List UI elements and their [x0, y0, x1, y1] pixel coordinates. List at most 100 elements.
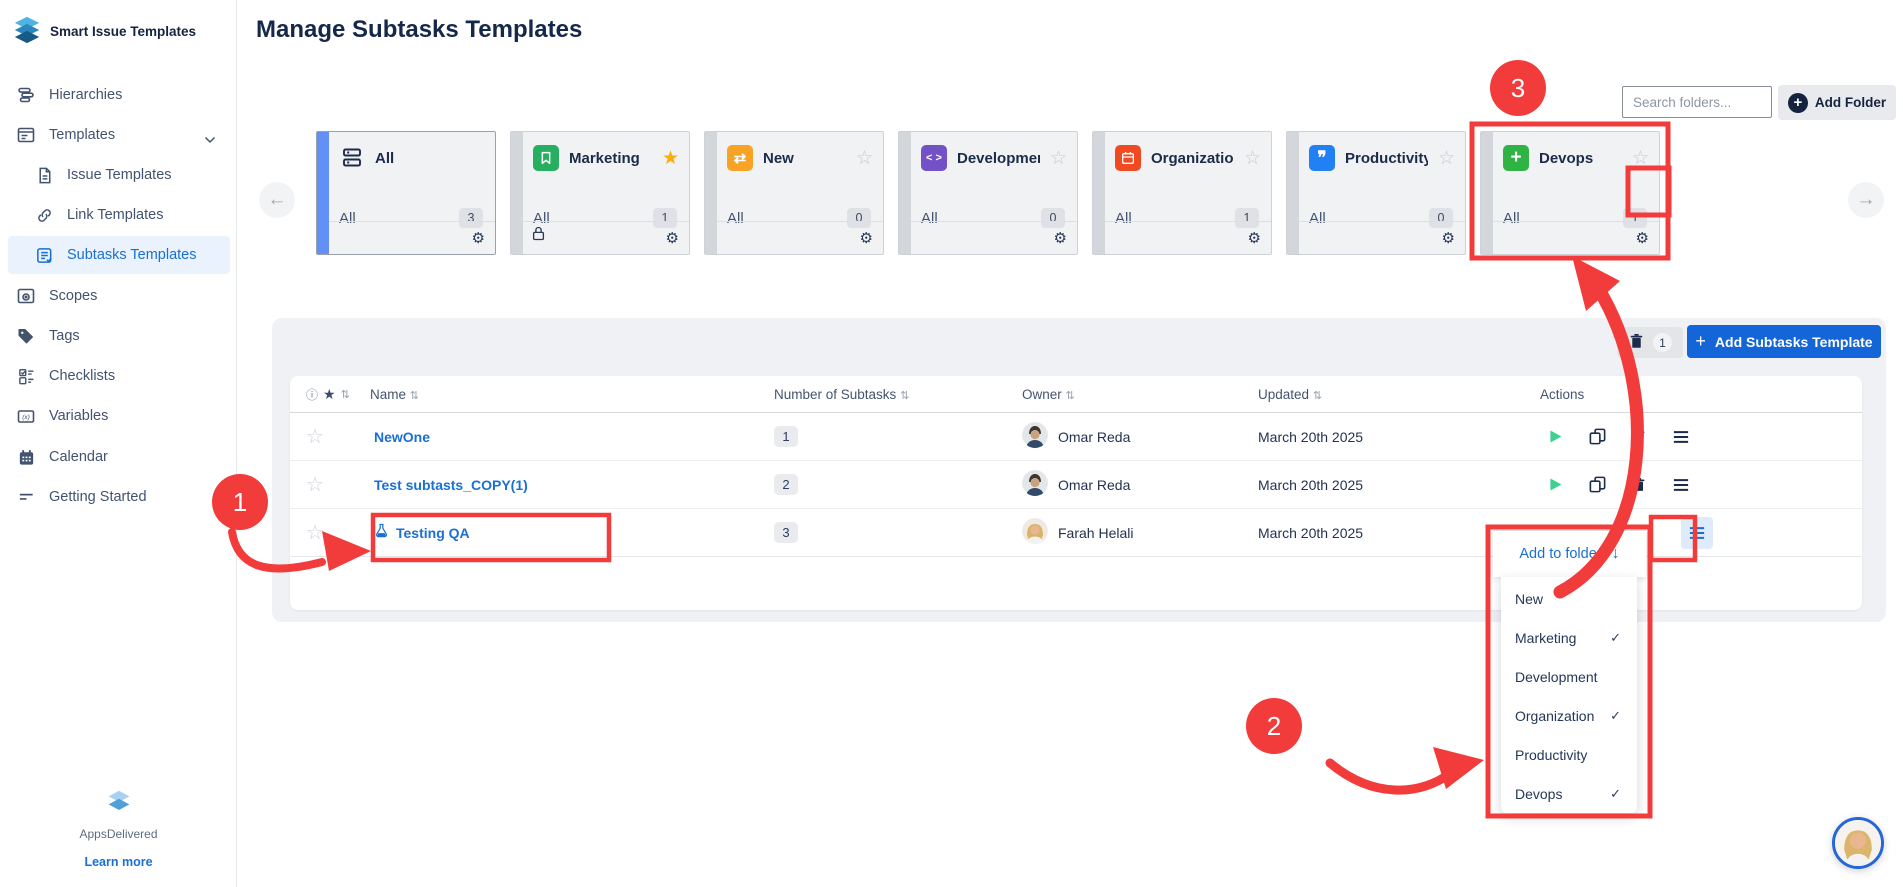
folder-card-strip [1093, 132, 1105, 254]
sidebar-item-checklists[interactable]: Checklists [8, 357, 230, 395]
add-subtasks-template-button[interactable]: + Add Subtasks Template [1687, 325, 1881, 358]
sort-icon[interactable]: ⇅ [1066, 390, 1075, 402]
dropdown-item-productivity[interactable]: Productivity [1501, 735, 1637, 774]
folder-card-devops[interactable]: + Devops ☆ All 1 ⚙ [1480, 131, 1660, 255]
run-template-icon[interactable] [1545, 475, 1565, 495]
folder-card-marketing[interactable]: Marketing ★ All 1 ⚙ [510, 131, 690, 255]
folder-card-strip [511, 132, 523, 254]
gear-icon[interactable]: ⚙ [1054, 229, 1067, 247]
sidebar-item-subtasks-templates[interactable]: Subtasks Templates [8, 236, 230, 274]
dropdown-item-development[interactable]: Development [1501, 657, 1637, 696]
owner-name: Omar Reda [1058, 477, 1130, 493]
favorite-star-icon[interactable]: ☆ [306, 472, 370, 497]
dropdown-item-label: Marketing [1515, 630, 1576, 646]
bookmark-icon [533, 145, 559, 171]
templates-icon [16, 125, 36, 145]
copy-icon[interactable] [1587, 475, 1607, 495]
copy-icon[interactable] [1587, 427, 1607, 447]
sidebar-item-label: Subtasks Templates [67, 247, 197, 263]
quotes-icon: ❞ [1309, 145, 1335, 171]
gear-icon[interactable]: ⚙ [472, 229, 485, 247]
sidebar: Smart Issue Templates Hierarchies Templa… [0, 0, 237, 887]
dropdown-item-marketing[interactable]: Marketing ✓ [1501, 618, 1637, 657]
trash-icon[interactable] [1629, 427, 1649, 447]
variables-icon: (x) [16, 406, 36, 426]
folder-card-development[interactable]: < > Development ☆ All 0 ⚙ [898, 131, 1078, 255]
dropdown-item-devops[interactable]: Devops ✓ [1501, 774, 1637, 813]
gear-icon[interactable]: ⚙ [1248, 229, 1261, 247]
carousel-right-arrow-icon[interactable]: → [1848, 182, 1884, 218]
template-name-link[interactable]: NewOne [370, 429, 740, 445]
favorite-star-icon[interactable]: ☆ [1050, 149, 1067, 168]
add-to-folder-action[interactable]: Add to folder ↓ [1493, 530, 1646, 577]
favorite-star-icon[interactable]: ☆ [1632, 149, 1649, 168]
gear-icon[interactable]: ⚙ [1636, 229, 1649, 247]
sidebar-item-issue-templates[interactable]: Issue Templates [8, 156, 230, 194]
favorite-star-icon[interactable]: ☆ [1438, 149, 1455, 168]
page-title: Manage Subtasks Templates [256, 16, 582, 44]
sidebar-item-calendar[interactable]: Calendar [8, 438, 230, 476]
scopes-icon [16, 286, 36, 306]
user-avatar[interactable] [1832, 817, 1884, 869]
sort-icon[interactable]: ⇅ [1313, 390, 1322, 402]
favorite-star-icon[interactable]: ☆ [1244, 149, 1261, 168]
sidebar-item-scopes[interactable]: Scopes [8, 277, 230, 315]
folder-card-organization[interactable]: Organization ☆ All 1 ⚙ [1092, 131, 1272, 255]
table-row[interactable]: ☆ NewOne 1 Omar Reda March 20th 2025 [290, 413, 1862, 461]
template-name-link[interactable]: Test subtasts_COPY(1) [370, 477, 740, 493]
folder-card-strip [1481, 132, 1493, 254]
sort-icon[interactable]: ⇅ [410, 390, 419, 402]
favorite-star-icon[interactable]: ☆ [856, 149, 873, 168]
folder-card-productivity[interactable]: ❞ Productivity ☆ All 0 ⚙ [1286, 131, 1466, 255]
favorite-star-icon[interactable]: ☆ [306, 520, 370, 545]
sidebar-item-templates[interactable]: Templates [8, 116, 230, 154]
add-folder-button[interactable]: + Add Folder [1778, 85, 1896, 120]
table-row[interactable]: ☆ Test subtasts_COPY(1) 2 Omar Reda Marc… [290, 461, 1862, 509]
avatar [1022, 470, 1048, 499]
app-logo-row[interactable]: Smart Issue Templates [12, 14, 196, 49]
app-logo-icon [12, 14, 42, 49]
template-name-link[interactable]: Testing QA [370, 523, 740, 542]
folder-card-all[interactable]: All All 3 ⚙ [316, 131, 496, 255]
column-header-name[interactable]: Name [370, 387, 406, 402]
carousel-left-arrow-icon[interactable]: ← [259, 182, 295, 218]
bulk-delete-button[interactable]: 1 [1617, 327, 1683, 358]
favorite-star-icon[interactable]: ☆ [306, 424, 370, 449]
sidebar-item-label: Hierarchies [49, 87, 122, 103]
favorite-star-icon[interactable]: ★ [662, 149, 679, 168]
row-menu-icon[interactable] [1671, 475, 1691, 495]
dropdown-item-new[interactable]: New [1501, 579, 1637, 618]
sidebar-item-variables[interactable]: (x) Variables [8, 397, 230, 435]
search-folders-input[interactable] [1622, 86, 1772, 118]
sidebar-item-hierarchies[interactable]: Hierarchies [8, 76, 230, 114]
sidebar-item-getting-started[interactable]: Getting Started [8, 478, 230, 516]
column-header-owner[interactable]: Owner [1022, 387, 1062, 402]
chevron-down-icon[interactable] [204, 132, 216, 148]
trash-icon[interactable] [1629, 475, 1649, 495]
learn-more-link[interactable]: Learn more [0, 855, 237, 869]
plus-icon: + [1503, 145, 1529, 171]
tag-icon [16, 326, 36, 346]
sort-icon[interactable]: ⇅ [900, 390, 909, 402]
folder-card-strip [899, 132, 911, 254]
row-menu-icon[interactable] [1671, 427, 1691, 447]
sort-icon[interactable]: ⇅ [341, 388, 350, 401]
column-header-subtasks[interactable]: Number of Subtasks [774, 387, 896, 402]
gear-icon[interactable]: ⚙ [860, 229, 873, 247]
app-title: Smart Issue Templates [50, 24, 196, 39]
gear-icon[interactable]: ⚙ [666, 229, 679, 247]
star-column-icon[interactable]: ★ [323, 386, 336, 403]
folder-card-new[interactable]: ⇄ New ☆ All 0 ⚙ [704, 131, 884, 255]
gear-icon[interactable]: ⚙ [1442, 229, 1455, 247]
folder-card-strip [1287, 132, 1299, 254]
dropdown-item-organization[interactable]: Organization ✓ [1501, 696, 1637, 735]
calendar-icon [1115, 145, 1141, 171]
sidebar-item-label: Scopes [49, 288, 97, 304]
dropdown-item-label: Organization [1515, 708, 1594, 724]
row-menu-icon[interactable] [1681, 517, 1713, 549]
sidebar-item-tags[interactable]: Tags [8, 317, 230, 355]
sidebar-item-link-templates[interactable]: Link Templates [8, 196, 230, 234]
updated-date: March 20th 2025 [1230, 477, 1520, 493]
column-header-updated[interactable]: Updated [1258, 387, 1309, 402]
run-template-icon[interactable] [1545, 427, 1565, 447]
